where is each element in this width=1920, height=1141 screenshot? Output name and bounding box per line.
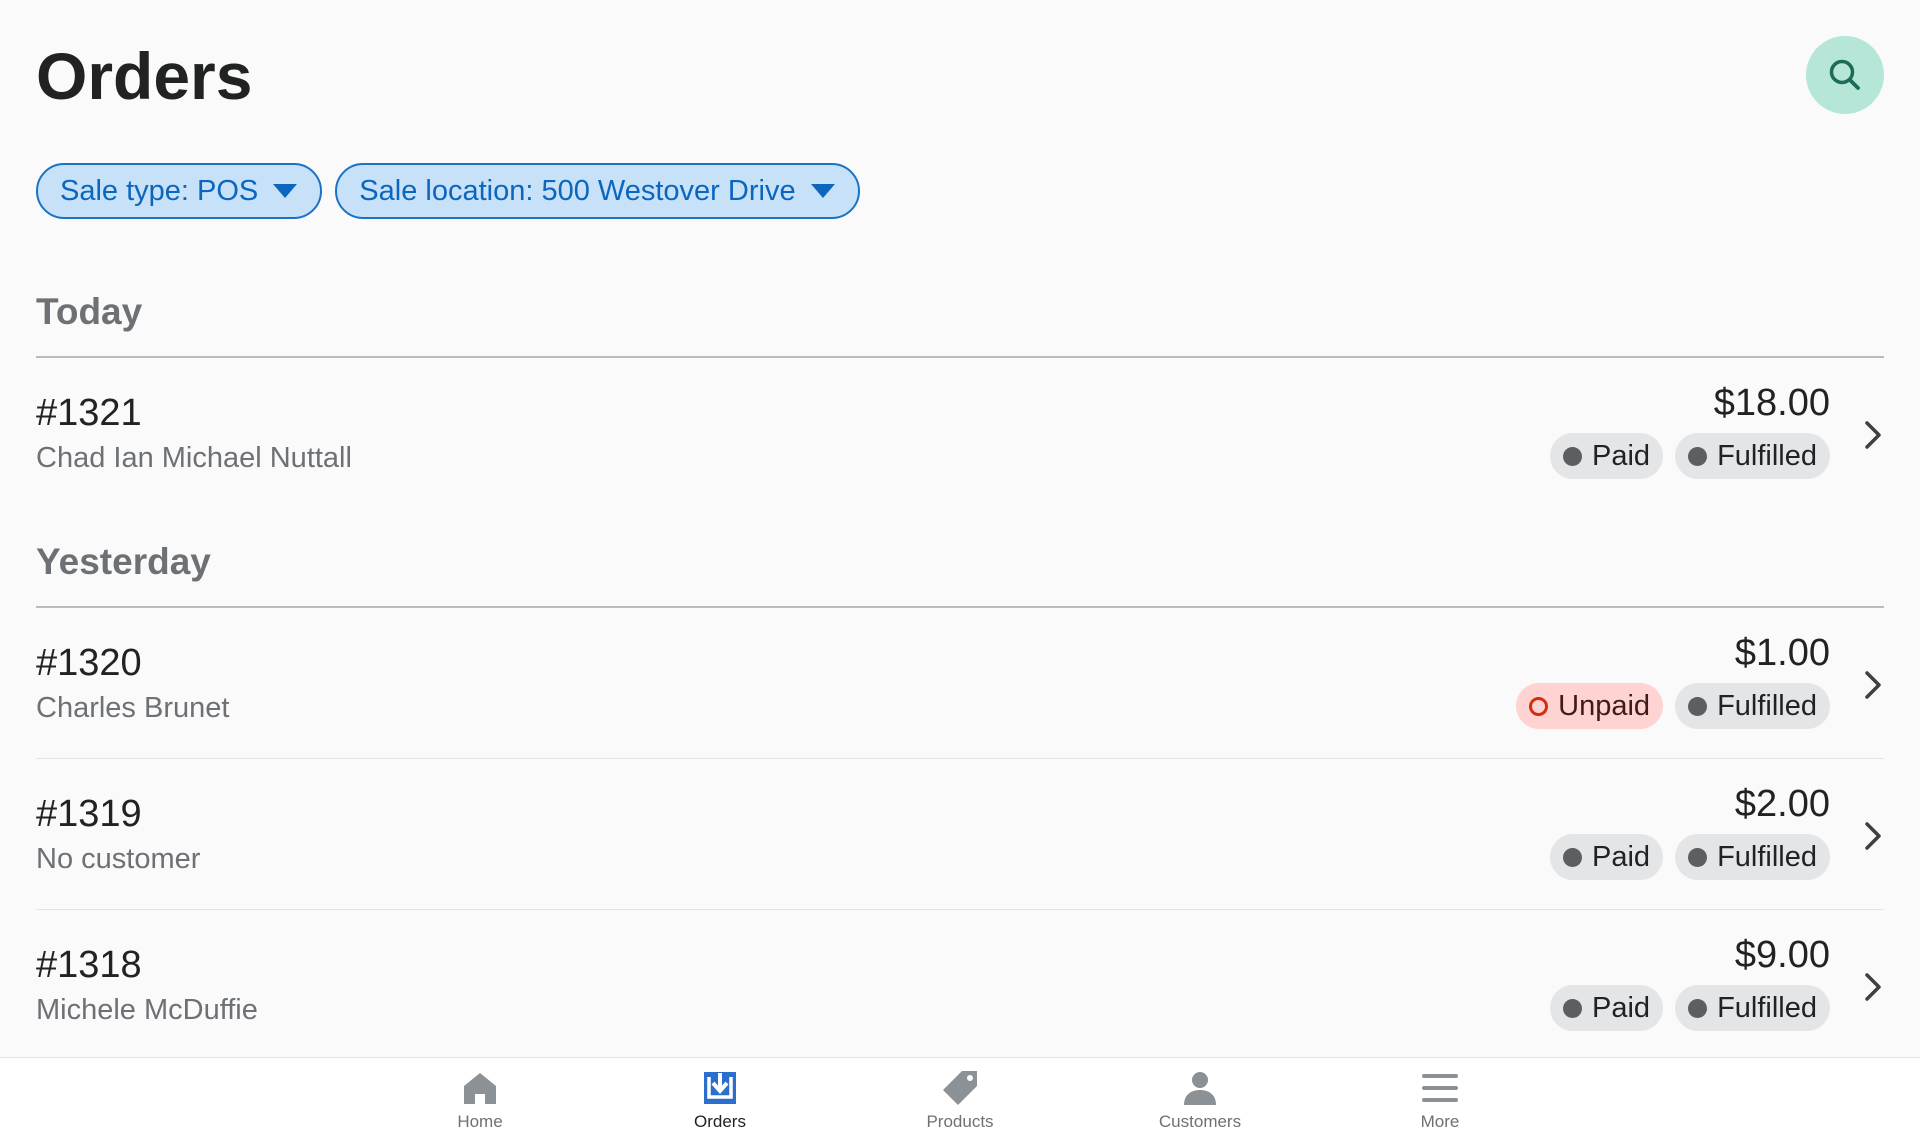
filter-label: Sale type: POS [60, 174, 259, 207]
fulfillment-status-badge: Fulfilled [1675, 433, 1830, 479]
nav-label: More [1420, 1112, 1460, 1131]
person-icon [1184, 1072, 1216, 1105]
chevron-right-icon [1865, 421, 1881, 449]
nav-item-more[interactable]: More [1365, 1058, 1515, 1141]
order-row-1320[interactable]: #1320 Charles Brunet $1.00 Unpaid Fulfil… [36, 608, 1884, 759]
search-icon [1829, 59, 1860, 90]
badge-label: Unpaid [1558, 689, 1651, 722]
order-number: #1320 [36, 642, 142, 684]
page-title: Orders [36, 39, 253, 113]
order-number: #1319 [36, 793, 142, 835]
status-dot-icon [1563, 446, 1583, 466]
order-row-1318[interactable]: #1318 Michele McDuffie $9.00 Paid Fulfil… [36, 910, 1884, 1061]
filter-bar: Sale type: POS Sale location: 500 Westov… [36, 163, 860, 219]
badge-label: Fulfilled [1717, 840, 1817, 873]
payment-status-badge: Paid [1550, 834, 1664, 880]
nav-item-products[interactable]: Products [885, 1058, 1035, 1141]
section-header-yesterday: Yesterday [36, 518, 1884, 608]
badge-label: Paid [1592, 439, 1651, 472]
badge-label: Paid [1592, 840, 1651, 873]
status-badges: Paid Fulfilled [1550, 433, 1830, 479]
bottom-nav: Home Orders Products Customers More [0, 1057, 1920, 1141]
menu-icon [1422, 1074, 1458, 1102]
status-dot-icon [1563, 998, 1583, 1018]
nav-item-orders[interactable]: Orders [645, 1058, 795, 1141]
nav-label: Customers [1158, 1112, 1242, 1131]
status-badges: Unpaid Fulfilled [1516, 683, 1830, 729]
badge-label: Fulfilled [1717, 439, 1817, 472]
customer-name: Charles Brunet [36, 692, 230, 724]
status-dot-icon [1688, 998, 1708, 1018]
order-total: $2.00 [1734, 783, 1830, 825]
status-dot-icon [1688, 446, 1708, 466]
orders-icon [704, 1072, 736, 1104]
order-row-1321[interactable]: #1321 Chad Ian Michael Nuttall $18.00 Pa… [36, 358, 1884, 518]
badge-label: Fulfilled [1717, 689, 1817, 722]
fulfillment-status-badge: Fulfilled [1675, 985, 1830, 1031]
customer-name: Chad Ian Michael Nuttall [36, 442, 352, 474]
filter-label: Sale location: 500 Westover Drive [359, 174, 796, 207]
header: Orders [36, 36, 1884, 116]
tag-icon [943, 1071, 977, 1105]
order-total: $18.00 [1713, 382, 1830, 424]
customer-name: No customer [36, 843, 201, 875]
badge-label: Fulfilled [1717, 991, 1817, 1024]
chevron-right-icon [1865, 671, 1881, 699]
status-dot-icon [1688, 847, 1708, 867]
fulfillment-status-badge: Fulfilled [1675, 834, 1830, 880]
order-number: #1321 [36, 392, 142, 434]
nav-item-customers[interactable]: Customers [1125, 1058, 1275, 1141]
status-ring-icon [1529, 696, 1549, 716]
order-total: $9.00 [1734, 934, 1830, 976]
sale-type-filter[interactable]: Sale type: POS [36, 163, 323, 219]
sale-location-filter[interactable]: Sale location: 500 Westover Drive [335, 163, 860, 219]
home-icon [464, 1073, 496, 1104]
chevron-down-icon [810, 184, 835, 198]
payment-status-badge: Unpaid [1516, 683, 1664, 729]
status-badges: Paid Fulfilled [1550, 985, 1830, 1031]
orders-screen: Orders Sale type: POS Sale location: 500… [0, 0, 1920, 1141]
nav-label: Home [457, 1112, 503, 1131]
status-badges: Paid Fulfilled [1550, 834, 1830, 880]
nav-item-home[interactable]: Home [405, 1058, 555, 1141]
nav-label: Orders [694, 1112, 746, 1131]
fulfillment-status-badge: Fulfilled [1675, 683, 1830, 729]
order-total: $1.00 [1734, 632, 1830, 674]
payment-status-badge: Paid [1550, 433, 1664, 479]
status-dot-icon [1688, 696, 1708, 716]
chevron-right-icon [1865, 822, 1881, 850]
chevron-right-icon [1865, 973, 1881, 1001]
badge-label: Paid [1592, 991, 1651, 1024]
search-button[interactable] [1806, 36, 1884, 114]
chevron-down-icon [273, 184, 298, 198]
payment-status-badge: Paid [1550, 985, 1664, 1031]
order-row-1319[interactable]: #1319 No customer $2.00 Paid Fulfilled [36, 759, 1884, 910]
customer-name: Michele McDuffie [36, 994, 258, 1026]
orders-list: Today #1321 Chad Ian Michael Nuttall $18… [36, 268, 1884, 1061]
order-number: #1318 [36, 944, 142, 986]
nav-label: Products [926, 1112, 994, 1131]
section-header-today: Today [36, 268, 1884, 358]
status-dot-icon [1563, 847, 1583, 867]
